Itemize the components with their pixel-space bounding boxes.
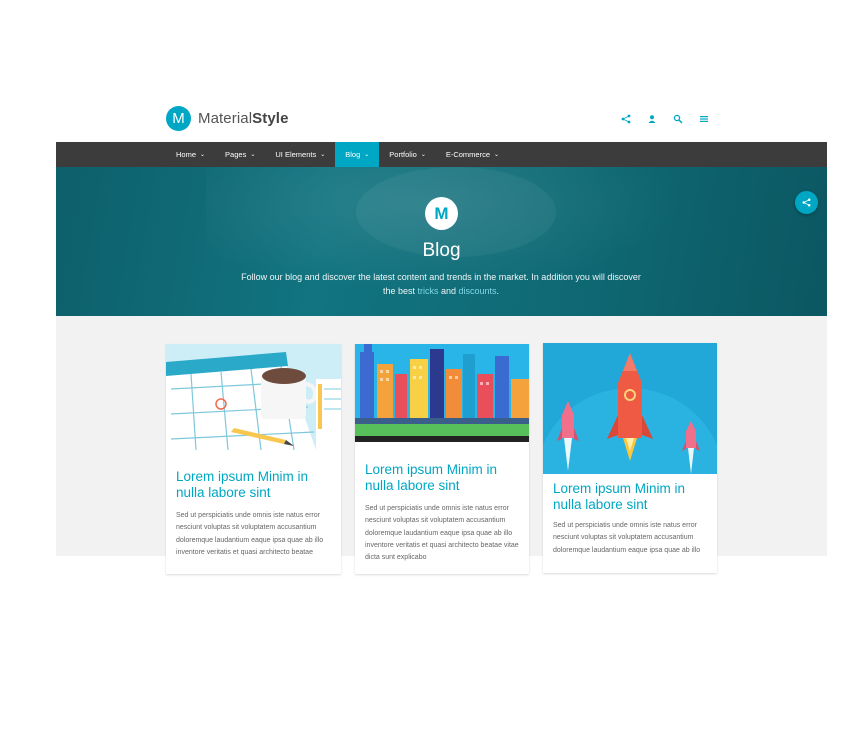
nav-item-label: E-Commerce [445, 150, 491, 159]
page: M MaterialStyle Home ⌄ Pages ⌄ UI Elements… [0, 0, 862, 756]
blog-card[interactable]: Lorem ipsum Minim in nulla labore sint S… [166, 344, 341, 574]
share-fab-button[interactable] [795, 191, 818, 214]
card-excerpt: Sed ut perspiciatis unde omnis iste natu… [176, 512, 324, 556]
nav-item-portfolio[interactable]: Portfolio ⌄ [379, 142, 436, 167]
hero-desc-and: and [438, 285, 459, 296]
site-header: M MaterialStyle [56, 100, 827, 142]
chevron-down-icon: ⌄ [364, 152, 370, 158]
card-title[interactable]: Lorem ipsum Minim in nulla labore sint [365, 462, 520, 494]
site-logo[interactable]: M MaterialStyle [166, 106, 289, 131]
blog-card[interactable]: Lorem ipsum Minim in nulla labore sint S… [355, 344, 529, 574]
nav-item-blog[interactable]: Blog ⌄ [335, 142, 380, 167]
card-excerpt: Sed ut perspiciatis unde omnis iste natu… [553, 522, 701, 554]
nav-item-home[interactable]: Home ⌄ [166, 142, 215, 167]
hero-banner: M Blog Follow our blog and discover the … [56, 167, 827, 316]
header-actions [619, 112, 711, 126]
link-tricks[interactable]: tricks [417, 286, 438, 296]
card-image-calendar[interactable] [166, 344, 341, 450]
nav-item-label: Pages [225, 150, 247, 159]
card-image-rockets[interactable] [543, 343, 717, 474]
chevron-down-icon: ⌄ [200, 152, 206, 158]
nav-item-label: Blog [345, 150, 361, 159]
share-icon[interactable] [619, 112, 633, 126]
main-nav: Home ⌄ Pages ⌄ UI Elements ⌄ Blog ⌄ Portfoli… [56, 142, 827, 167]
chevron-down-icon: ⌄ [250, 152, 256, 158]
nav-item-label: Portfolio [389, 150, 417, 159]
rocket-launch-illustration [543, 343, 717, 474]
menu-icon[interactable] [697, 112, 711, 126]
nav-item-label: UI Elements [275, 150, 317, 159]
nav-item-ecommerce[interactable]: E-Commerce ⌄ [436, 142, 509, 167]
hero-desc-end: . [496, 285, 500, 296]
chevron-down-icon: ⌄ [420, 152, 426, 158]
link-discounts[interactable]: discounts [459, 286, 497, 296]
hero-description: Follow our blog and discover the latest … [241, 271, 641, 298]
hero-logo-letter: M [434, 203, 449, 223]
card-title[interactable]: Lorem ipsum Minim in nulla labore sint [176, 469, 331, 501]
search-icon[interactable] [671, 112, 685, 126]
blog-content: Lorem ipsum Minim in nulla labore sint S… [56, 316, 827, 574]
user-icon[interactable] [645, 112, 659, 126]
share-icon [802, 198, 811, 207]
logo-badge: M [166, 106, 191, 131]
logo-text-light: Material [198, 110, 253, 127]
nav-item-ui-elements[interactable]: UI Elements ⌄ [265, 142, 335, 167]
blog-card[interactable]: Lorem ipsum Minim in nulla labore sint S… [543, 343, 717, 573]
card-image-city[interactable] [355, 344, 529, 442]
chevron-down-icon: ⌄ [494, 152, 500, 158]
hero-logo-icon: M [425, 197, 458, 230]
nav-item-pages[interactable]: Pages ⌄ [215, 142, 265, 167]
nav-item-label: Home [176, 150, 197, 159]
chevron-down-icon: ⌄ [320, 152, 326, 158]
card-title[interactable]: Lorem ipsum Minim in nulla labore sint [553, 481, 708, 513]
card-excerpt: Sed ut perspiciatis unde omnis iste natu… [365, 505, 519, 562]
nav-items: Home ⌄ Pages ⌄ UI Elements ⌄ Blog ⌄ Portfoli… [166, 142, 509, 167]
logo-text: MaterialStyle [198, 110, 289, 127]
logo-text-bold: Style [252, 110, 289, 127]
calendar-coffee-illustration [166, 344, 341, 450]
page-title: Blog [422, 240, 461, 261]
city-skyline-illustration [355, 344, 529, 442]
